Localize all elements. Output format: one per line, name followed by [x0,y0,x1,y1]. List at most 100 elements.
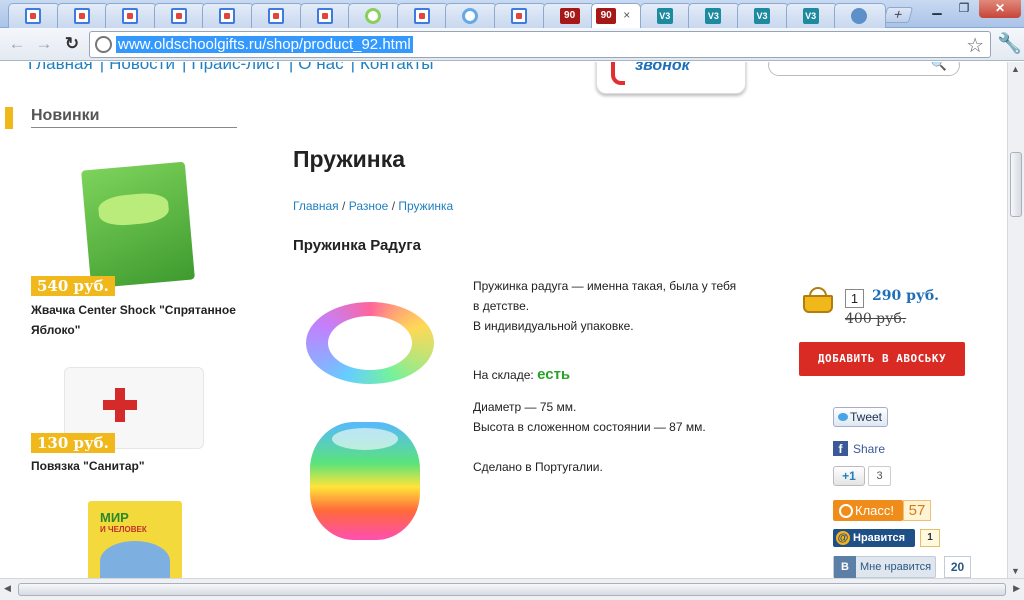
browser-tab[interactable]: V3 [737,3,789,28]
tab-strip: + ▁ ❐ ✕ 90 90 × V3 V3 V3 V3 [0,0,1024,28]
old-price: 400 руб. [845,311,907,327]
book-product-image[interactable]: МИР И ЧЕЛОВЕК [88,501,182,578]
scroll-up-arrow[interactable]: ▲ [1011,64,1020,74]
search-input[interactable]: 🔍 [768,62,960,76]
add-to-cart-button[interactable]: ДОБАВИТЬ В АВОСЬКУ [799,342,965,376]
breadcrumb-misc[interactable]: Разное [349,199,389,213]
breadcrumb-current[interactable]: Пружинка [398,199,453,213]
google-plus-button[interactable]: +1 [833,466,865,486]
ring-icon [365,8,382,24]
menu-item-about[interactable]: О нас [298,62,343,73]
url-text[interactable]: www.oldschoolgifts.ru/shop/product_92.ht… [116,36,413,53]
reload-button[interactable]: ↻ [60,33,84,55]
forward-button[interactable]: → [32,33,56,55]
breadcrumb: Главная / Разное / Пружинка [293,199,453,213]
google-icon [316,8,333,24]
menu-item-price-list[interactable]: Прайс-лист [191,62,282,73]
description-line: В индивидуальной упаковке. [473,319,634,333]
browser-tab[interactable]: 90 [542,3,595,28]
odnoklassniki-button[interactable]: Класс! [833,500,903,521]
description-line: Пружинка радуга — именна такая, была у т… [473,279,737,293]
v3-icon: V3 [802,8,819,24]
product-price: 290 руб. [872,288,940,304]
browser-tab[interactable] [56,3,109,28]
top-menu: Главная | Новости | Прайс-лист | О нас | Контакт… [28,62,435,74]
browser-tab[interactable]: V3 [639,3,692,28]
facebook-share-button[interactable]: Share [833,440,885,458]
browser-tab[interactable] [105,3,158,28]
red-cross-icon [103,388,137,422]
close-tab-icon[interactable]: × [623,8,630,22]
product-specs: Диаметр — 75 мм. Высота в сложенном сост… [473,397,706,437]
browser-tab[interactable] [494,3,546,28]
new-tab-button[interactable]: + [882,6,914,23]
bookmark-star-icon[interactable]: ☆ [966,33,984,58]
vertical-scroll-thumb[interactable] [1010,152,1022,217]
search-icon[interactable]: 🔍 [931,62,947,72]
google-icon [219,8,236,24]
basket-icon [799,287,837,315]
product-name: Пружинка Радуга [293,237,421,254]
browser-tab[interactable] [396,3,449,28]
browser-tab[interactable] [251,3,303,28]
diameter-text: Диаметр — 75 мм. [473,400,577,414]
stock-label: На складе: [473,368,534,382]
gum-product-image[interactable] [81,161,195,289]
menu-separator: | [288,62,294,73]
toolbar: ← → ↻ www.oldschoolgifts.ru/shop/product… [0,28,1024,61]
phone-icon [611,62,625,85]
book-cover-title: МИР [100,510,129,525]
odnoklassniki-count: 57 [903,500,931,521]
breadcrumb-separator: / [391,199,396,213]
browser-tab[interactable] [445,3,498,28]
browser-tab[interactable] [153,3,206,28]
address-bar[interactable]: www.oldschoolgifts.ru/shop/product_92.ht… [89,31,991,58]
sidebar-product-name[interactable]: Повязка "Санитар" [31,456,241,476]
stock-value: есть [537,366,571,383]
rainbow-spring-image[interactable] [306,302,434,384]
google-icon [73,8,90,24]
google-icon [413,8,430,24]
site-90-icon: 90 [596,8,617,24]
wrench-menu-icon[interactable]: 🔧 [997,31,1022,56]
back-button[interactable]: ← [5,33,29,55]
browser-tab[interactable]: V3 [785,3,838,28]
book-cover-subtitle: И ЧЕЛОВЕК [100,525,147,534]
horizontal-scrollbar[interactable]: ◀ ▶ [0,578,1024,600]
vk-like-count: 20 [944,556,971,578]
menu-separator: | [181,62,187,73]
maximize-button[interactable]: ❐ [951,0,977,18]
browser-tab[interactable] [202,3,255,28]
menu-item-home[interactable]: Главная [28,62,93,73]
vk-like-button[interactable]: Мне нравится [833,556,936,578]
tweet-button[interactable]: Tweet [833,407,888,427]
browser-tab[interactable] [299,3,352,28]
horizontal-scroll-thumb[interactable] [18,583,1006,596]
stock-status: На складе: есть [473,365,570,385]
mailru-like-button[interactable]: Нравится [833,529,915,547]
callback-button[interactable]: звонок [596,62,746,94]
menu-item-contacts[interactable]: Контакты [360,62,433,73]
rainbow-spring-image-2[interactable] [310,422,420,540]
window-close-button[interactable]: ✕ [979,0,1021,18]
scroll-left-arrow[interactable]: ◀ [4,583,11,594]
swirl-icon [851,8,868,24]
v3-icon: V3 [754,8,770,24]
browser-tab[interactable] [348,3,401,28]
scroll-down-arrow[interactable]: ▼ [1011,566,1020,576]
callback-label: звонок [635,62,690,74]
web-page: Главная | Новости | Прайс-лист | О нас | Контакт… [0,62,1007,578]
breadcrumb-home[interactable]: Главная [293,199,339,213]
browser-tab[interactable] [8,3,60,28]
scroll-right-arrow[interactable]: ▶ [1013,583,1020,594]
browser-tab[interactable]: 90 × [591,3,642,28]
sidebar-product-name[interactable]: Жвачка Center Shock "Спрятанное Яблоко" [31,300,241,340]
menu-item-news[interactable]: Новости [109,62,175,73]
breadcrumb-separator: / [342,199,346,213]
minimize-button[interactable]: ▁ [923,0,951,18]
price-badge: 540 руб. [31,276,115,296]
browser-tab[interactable] [834,3,887,28]
quantity-input[interactable]: 1 [845,289,864,308]
browser-tab[interactable]: V3 [688,3,741,28]
vertical-scrollbar[interactable]: ▲ ▼ [1007,62,1024,578]
